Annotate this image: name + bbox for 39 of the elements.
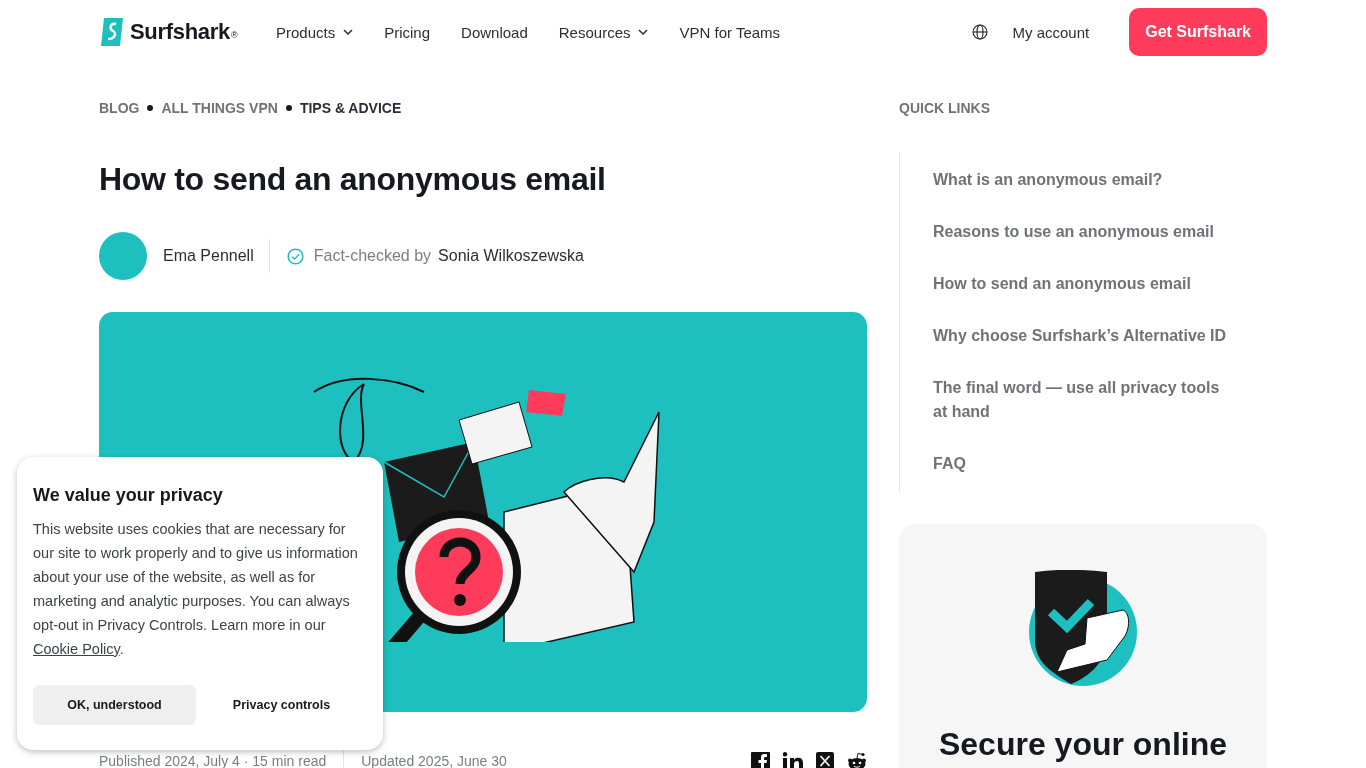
author-link[interactable]: Ema Pennell	[163, 247, 254, 265]
quick-link[interactable]: Why choose Surfshark’s Alternative ID	[933, 324, 1233, 348]
quick-link[interactable]: What is an anonymous email?	[933, 168, 1233, 192]
globe-icon[interactable]	[972, 24, 989, 40]
logo-text[interactable]: Surfshark	[130, 19, 230, 45]
nav-link[interactable]: VPN for Teams	[679, 23, 781, 41]
quick-link[interactable]: How to send an anonymous email	[933, 272, 1233, 296]
registered-mark: ®	[231, 30, 238, 40]
fact-check-label: Fact-checked by	[313, 247, 432, 265]
quick-link[interactable]: Reasons to use an anonymous email	[933, 220, 1233, 244]
updated-date: Updated 2025, June 30	[361, 752, 507, 768]
breadcrumb-link[interactable]: BLOG	[99, 100, 140, 116]
quick-links-heading: QUICK LINKS	[899, 100, 991, 116]
breadcrumb-link[interactable]: ALL THINGS VPN	[161, 100, 278, 116]
article-title: How to send an anonymous email	[99, 160, 607, 198]
promo-title: Secure your online	[938, 726, 1228, 762]
cookie-title: We value your privacy	[33, 484, 224, 507]
x-icon[interactable]	[816, 752, 834, 768]
separator-dot-icon	[147, 105, 154, 111]
breadcrumb-link[interactable]: TIPS & ADVICE	[299, 100, 402, 116]
quick-link[interactable]: The final word — use all privacy tools at hand	[933, 376, 1233, 424]
quick-link[interactable]: FAQ	[933, 452, 1233, 476]
avatar-placeholder	[99, 232, 147, 280]
published-date: Published 2024, July 4 · 15 min read	[99, 752, 327, 768]
reddit-icon[interactable]	[847, 751, 867, 768]
nav-link[interactable]: Download	[461, 23, 528, 41]
nav-link[interactable]: Pricing	[384, 23, 431, 41]
nav-link[interactable]: Products	[276, 23, 354, 41]
privacy-controls-button[interactable]: Privacy controls	[196, 685, 367, 725]
check-circle-icon	[286, 247, 304, 265]
my-account-link[interactable]: My account	[1012, 23, 1090, 41]
linkedin-icon[interactable]	[783, 751, 803, 768]
ok-understood-button[interactable]: OK, understood	[33, 685, 196, 725]
separator-dot-icon	[285, 105, 292, 111]
facebook-icon[interactable]	[751, 751, 770, 768]
cookie-text: This website uses cookies that are necessary for our site to work properly and to give us information about your use of the website, as well as for marketing and analytic purposes. You can always opt-out in Privacy Controls. Learn more in our Cookie Policy.	[33, 520, 359, 659]
fact-checker-link[interactable]: Sonia Wilkoszewska	[438, 247, 584, 265]
nav-link[interactable]: Resources	[558, 23, 649, 41]
cookie-policy-link[interactable]: Cookie Policy	[33, 641, 120, 657]
